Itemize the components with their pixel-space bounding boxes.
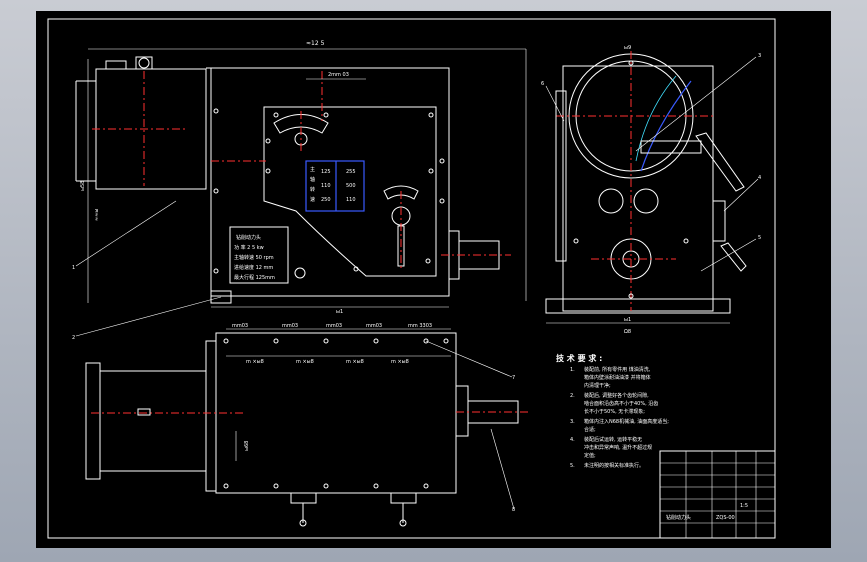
speed-row-3-a: 250 bbox=[321, 197, 331, 203]
requirement-line: 箱体内壁涂耐油油漆 并将箱体 bbox=[584, 374, 651, 381]
requirement-line: 长不小于50%, 无卡滞现象; bbox=[584, 408, 645, 415]
svg-text:2.: 2. bbox=[570, 393, 575, 399]
svg-text:5.: 5. bbox=[570, 463, 575, 469]
svg-text:速: 速 bbox=[310, 197, 315, 203]
svg-text:4.: 4. bbox=[570, 437, 575, 443]
motor-top bbox=[99, 370, 207, 472]
gearbox-top bbox=[215, 332, 457, 494]
assembly-drawing: 125 255 110 500 250 110 主 轴 转 速 钻削动力头 功 … bbox=[47, 18, 776, 539]
requirement-line: 未注明的按相关标准执行。 bbox=[584, 462, 644, 469]
side-housing bbox=[562, 65, 714, 312]
svg-text:1.: 1. bbox=[570, 367, 575, 373]
title-block-scale: 1:5 bbox=[740, 503, 748, 509]
speed-row-2-a: 110 bbox=[321, 183, 331, 189]
title-block: 1:5 钻削动力头 ZQS-00 bbox=[659, 450, 776, 539]
lower-sub-dim-4: m ×ы8 bbox=[391, 359, 409, 365]
svg-text:主轴转速 50 rpm: 主轴转速 50 rpm bbox=[234, 254, 274, 261]
front-view: 125 255 110 500 250 110 主 轴 转 速 钻削动力头 功 … bbox=[72, 40, 527, 341]
lower-dim-1: mm03 bbox=[232, 323, 248, 329]
callout-3: 3 bbox=[758, 53, 761, 59]
callout-4: 4 bbox=[758, 175, 761, 181]
svg-text:钻削动力头: 钻削动力头 bbox=[236, 234, 261, 241]
lower-sub-dim-2: m ×ы8 bbox=[296, 359, 314, 365]
overall-width-dim: ≈12 5 bbox=[306, 40, 325, 47]
speed-row-2-b: 500 bbox=[346, 183, 356, 189]
gearbox-housing bbox=[210, 67, 450, 297]
callout-6: 6 bbox=[541, 81, 544, 87]
height-dim-1: ы58 bbox=[80, 181, 86, 191]
svg-text:最大行程 125mm: 最大行程 125mm bbox=[234, 274, 275, 281]
svg-text:转: 转 bbox=[310, 186, 315, 193]
technical-requirements: 技 术 要 求 : 1. 装配前, 所有零件用 煤油清洗, 箱体内壁涂耐油油漆 … bbox=[556, 353, 669, 469]
top-view: mm03 mm03 mm03 mm03 mm 3303 m ×ы8 m ×ы8 … bbox=[85, 323, 531, 527]
requirement-line: 定值; bbox=[584, 452, 596, 459]
requirement-line: 装配后, 调整好各个齿轮间隙, bbox=[584, 392, 649, 399]
drawing-sheet: 125 255 110 500 250 110 主 轴 转 速 钻削动力头 功 … bbox=[36, 11, 831, 548]
requirement-line: 合适; bbox=[584, 426, 596, 433]
callout-8: 8 bbox=[512, 507, 515, 513]
right-width-dim: ы1 bbox=[624, 317, 631, 323]
right-base-dim: Ω8 bbox=[624, 329, 631, 335]
requirement-line: 装配后试运转, 运转平稳无 bbox=[584, 436, 642, 443]
speed-row-1-b: 255 bbox=[346, 169, 356, 175]
lower-sub-dim-1: m ×ы8 bbox=[246, 359, 264, 365]
requirement-line: 箱体内注入N68机械油, 油面高度适当; bbox=[584, 418, 669, 425]
drawing-border bbox=[47, 18, 776, 539]
cad-viewport: 125 255 110 500 250 110 主 轴 转 速 钻削动力头 功 … bbox=[0, 0, 867, 562]
lower-dim-2: mm03 bbox=[282, 323, 298, 329]
svg-text:3.: 3. bbox=[570, 419, 575, 425]
speed-row-1-a: 125 bbox=[321, 169, 331, 175]
callout-7: 7 bbox=[512, 375, 515, 381]
requirement-line: 装配前, 所有零件用 煤油清洗, bbox=[584, 366, 651, 373]
svg-text:进给速度 12 mm: 进给速度 12 mm bbox=[234, 264, 273, 271]
top-dim: 2mm 03 bbox=[328, 72, 349, 78]
requirement-line: 啮合面积沿齿高不小于40%, 沿齿 bbox=[584, 400, 658, 407]
requirement-line: 内清理干净; bbox=[584, 382, 611, 389]
title-block-title: 钻削动力头 bbox=[666, 514, 691, 521]
side-view: ы1 Ω8 ы9 3 4 5 6 bbox=[541, 45, 761, 335]
cover-plate bbox=[263, 106, 437, 277]
lower-dim-5: mm 3303 bbox=[408, 323, 432, 329]
height-dim-2: ≈≈ы bbox=[94, 209, 100, 221]
lower-dim-3: mm03 bbox=[326, 323, 342, 329]
callout-1: 1 bbox=[72, 265, 75, 271]
speed-row-3-b: 110 bbox=[346, 197, 356, 203]
callout-5: 5 bbox=[758, 235, 761, 241]
lower-dim-4: mm03 bbox=[366, 323, 382, 329]
requirements-title: 技 术 要 求 : bbox=[556, 353, 602, 363]
svg-text:轴: 轴 bbox=[310, 176, 315, 183]
svg-text:功 率 2 5 kw: 功 率 2 5 kw bbox=[234, 244, 264, 251]
right-top-dim: ы9 bbox=[624, 45, 631, 51]
requirement-line: 冲击和异常声响, 温升不超过规 bbox=[584, 444, 652, 451]
left-bottom-dim: ы1 bbox=[336, 309, 343, 315]
title-block-drawing-no: ZQS-00 bbox=[716, 515, 735, 521]
hand-lever bbox=[695, 132, 745, 192]
lower-sub-dim-3: m ×ы8 bbox=[346, 359, 364, 365]
svg-text:主: 主 bbox=[310, 166, 315, 173]
callout-2: 2 bbox=[72, 335, 75, 341]
lower-vertical-dim: ы68 bbox=[244, 441, 250, 451]
